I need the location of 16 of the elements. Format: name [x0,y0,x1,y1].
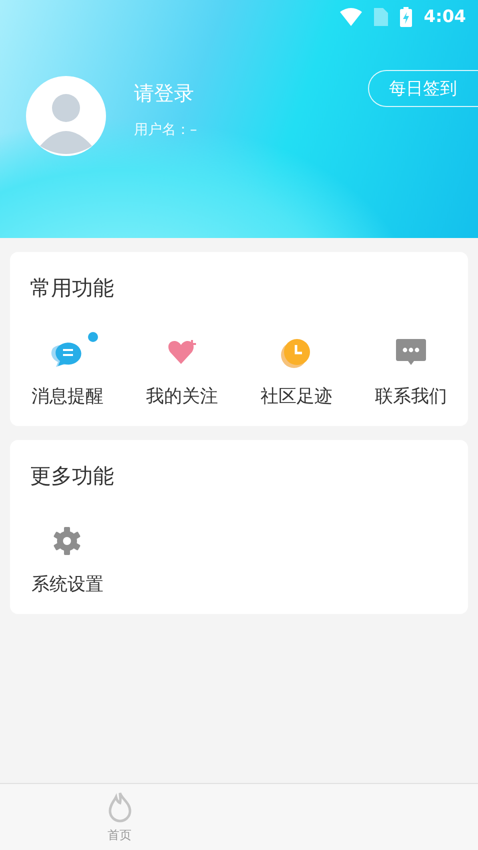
feature-item[interactable]: 消息提醒 [10,336,124,408]
settings-icon [52,526,82,556]
feature-item[interactable]: 联系我们 [354,336,468,408]
battery-icon [400,7,412,27]
no-sim-icon [374,8,388,26]
section-title: 常用功能 [30,275,115,302]
status-time: 4:04 [424,7,466,27]
feature-item[interactable]: 系统设置 [10,524,124,596]
wifi-icon [340,8,362,26]
clock-icon [280,337,312,369]
feature-item[interactable]: 社区足迹 [239,336,354,408]
feature-item[interactable]: 我的关注 [124,336,239,408]
message-icon [396,339,426,367]
avatar[interactable] [26,76,106,156]
username-label: 用户名：– [134,120,198,138]
section-title: 更多功能 [30,463,115,490]
